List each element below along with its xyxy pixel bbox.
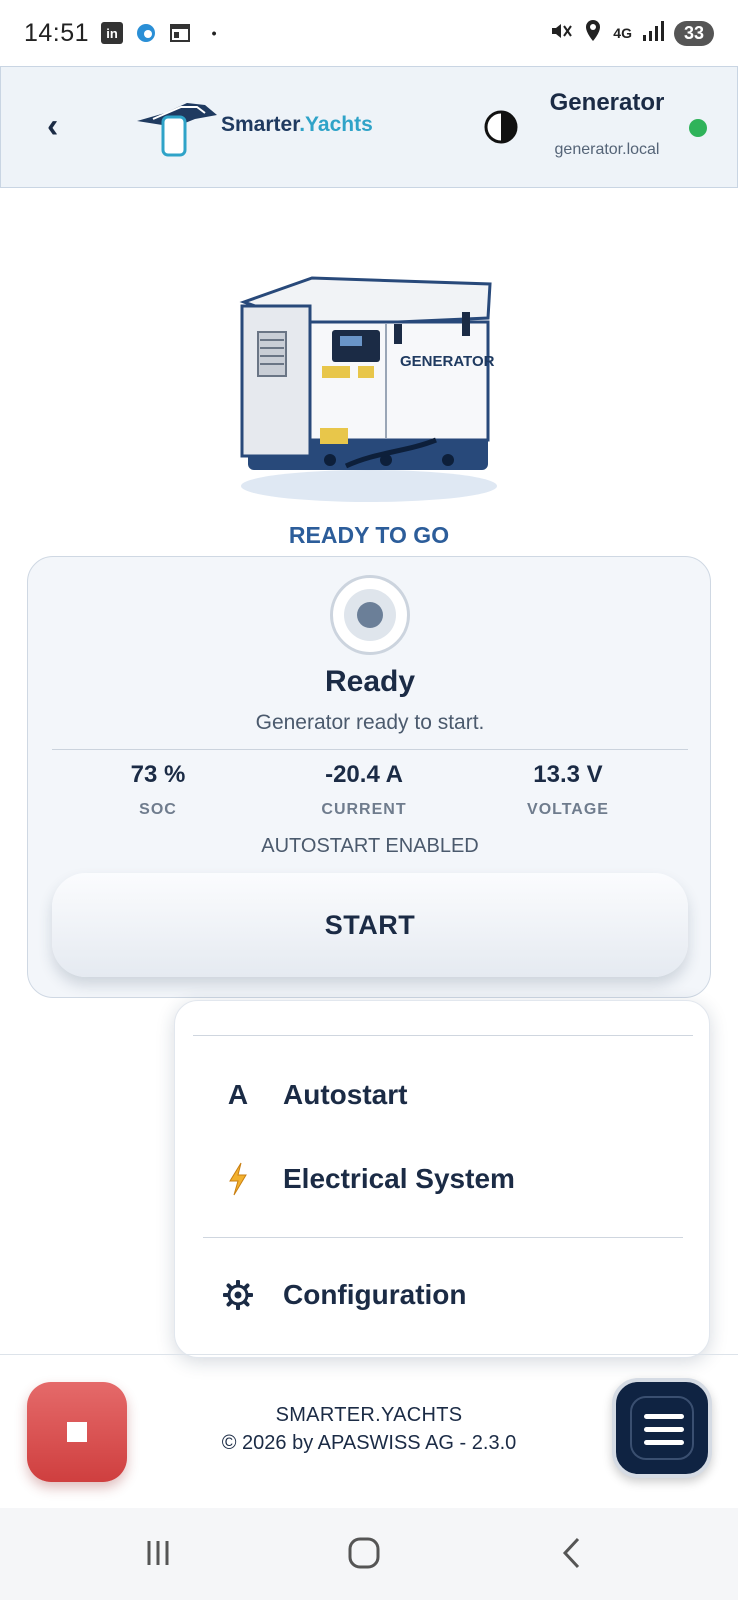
- footer-copyright: © 2026 by APASWISS AG - 2.3.0: [221, 1432, 517, 1454]
- home-icon[interactable]: [334, 1528, 394, 1578]
- hamburger-icon: [630, 1396, 694, 1460]
- smarter-yachts-logo: Smarter.Yachts: [135, 95, 385, 159]
- menu-item-autostart[interactable]: A Autostart: [219, 1067, 679, 1123]
- menu-popup: A Autostart Electrical System Configurat…: [174, 1000, 710, 1358]
- status-description: Generator ready to start.: [255, 711, 485, 734]
- linkedin-icon: in: [101, 22, 124, 44]
- theme-toggle-icon[interactable]: [483, 109, 519, 145]
- metric-current: -20.4 A CURRENT: [274, 761, 454, 819]
- clock: 14:51: [24, 18, 90, 47]
- menu-divider: [203, 1237, 683, 1238]
- menu-button[interactable]: [612, 1378, 712, 1478]
- lightning-icon: [219, 1162, 257, 1196]
- status-card: Ready Generator ready to start. 73 % SOC…: [27, 556, 711, 998]
- stop-button[interactable]: [27, 1382, 127, 1482]
- mute-vibrate-icon: [549, 19, 573, 48]
- status-indicator-core: [357, 602, 383, 628]
- back-button[interactable]: ‹: [47, 107, 58, 146]
- yacht-logo-icon: [137, 103, 217, 157]
- menu-item-configuration[interactable]: Configuration: [219, 1267, 679, 1323]
- system-nav-bar: [0, 1508, 738, 1600]
- hamburger-bar: [644, 1427, 684, 1432]
- notification-dot-icon: •: [211, 25, 217, 41]
- hamburger-bar: [644, 1440, 684, 1445]
- logo-text: Smarter.Yachts: [221, 113, 373, 137]
- footer-brand: SMARTER.YACHTS: [275, 1404, 463, 1426]
- status-text: Ready: [324, 665, 416, 698]
- gear-icon: [219, 1280, 257, 1310]
- status-indicator-icon: [330, 575, 410, 655]
- device-host: generator.local: [554, 141, 660, 158]
- recent-apps-icon[interactable]: [128, 1528, 188, 1578]
- menu-item-label: Autostart: [283, 1079, 408, 1110]
- edge-browser-icon: [135, 22, 157, 44]
- metric-label: VOLTAGE: [527, 801, 609, 818]
- app-header: ‹ Smarter.Yachts Generator generator.loc…: [0, 66, 738, 188]
- metric-label: CURRENT: [321, 801, 407, 818]
- generator-image: GENERATOR: [236, 256, 502, 508]
- autostart-icon: A: [227, 1079, 249, 1110]
- footer-divider: [0, 1354, 738, 1355]
- online-status-dot: [689, 119, 707, 137]
- status-right: 4G 33: [549, 19, 714, 48]
- logo-text-main: Smarter: [221, 113, 300, 136]
- logo-text-accent: .Yachts: [299, 113, 373, 136]
- metric-value: 13.3 V: [533, 761, 603, 788]
- device-name: Generator: [549, 89, 665, 116]
- menu-item-electrical-system[interactable]: Electrical System: [219, 1151, 679, 1207]
- calendar-icon: [169, 22, 191, 44]
- location-icon: [583, 19, 603, 48]
- metric-voltage: 13.3 V VOLTAGE: [478, 761, 658, 819]
- metric-value: -20.4 A: [325, 761, 403, 788]
- signal-icon: [642, 20, 664, 47]
- autostart-note: AUTOSTART ENABLED: [261, 835, 479, 857]
- system-back-icon[interactable]: [542, 1528, 602, 1578]
- metric-value: 73 %: [130, 761, 186, 788]
- status-left: 14:51 in •: [24, 19, 225, 48]
- menu-item-label: Electrical System: [283, 1163, 515, 1194]
- start-button[interactable]: START: [52, 873, 688, 977]
- status-bar: 14:51 in • 4G 33: [0, 0, 738, 66]
- status-indicator-inner: [344, 589, 396, 641]
- hamburger-bar: [644, 1414, 684, 1419]
- stop-icon: [67, 1422, 87, 1442]
- menu-divider: [193, 1035, 693, 1036]
- generator-label: GENERATOR: [400, 353, 495, 370]
- state-title: READY TO GO: [288, 522, 450, 548]
- metric-label: SOC: [139, 801, 177, 818]
- battery-indicator: 33: [673, 20, 714, 46]
- menu-item-label: Configuration: [283, 1279, 467, 1310]
- metric-soc: 73 % SOC: [68, 761, 248, 819]
- network-type: 4G: [613, 25, 632, 41]
- card-divider: [52, 749, 688, 750]
